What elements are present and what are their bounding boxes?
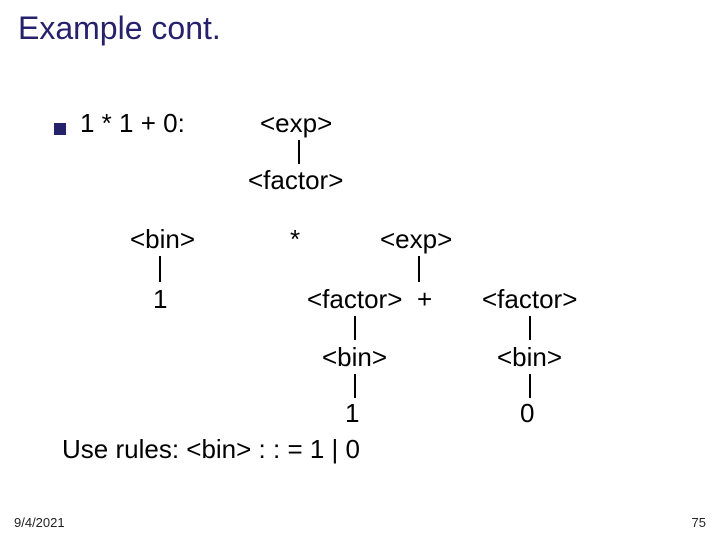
bullet-icon	[54, 123, 66, 135]
node-bin-1: <bin>	[130, 224, 195, 255]
node-bin-2: <bin>	[322, 342, 387, 373]
tree-edge	[418, 256, 420, 282]
leaf-1b: 1	[345, 398, 359, 429]
tree-edge	[354, 374, 356, 398]
leaf-0: 0	[520, 398, 534, 429]
node-bin-3: <bin>	[497, 342, 562, 373]
slide-title: Example cont.	[18, 10, 221, 47]
node-exp-root: <exp>	[260, 108, 332, 139]
footer-date: 9/4/2021	[14, 515, 65, 530]
leaf-1a: 1	[153, 284, 167, 315]
tree-edge	[298, 140, 300, 164]
node-factor-3: <factor>	[482, 284, 577, 315]
footer-page-number: 75	[692, 515, 706, 530]
node-plus: +	[417, 284, 432, 315]
tree-edge	[354, 316, 356, 340]
node-exp-2: <exp>	[380, 224, 452, 255]
expression-text: 1 * 1 + 0:	[80, 108, 185, 139]
tree-edge	[159, 256, 161, 282]
tree-edge	[529, 316, 531, 340]
node-factor-1: <factor>	[248, 165, 343, 196]
node-factor-2: <factor>	[307, 284, 402, 315]
node-star: *	[290, 224, 300, 255]
rules-text: Use rules: <bin> : : = 1 | 0	[62, 434, 360, 465]
tree-edge	[529, 374, 531, 398]
